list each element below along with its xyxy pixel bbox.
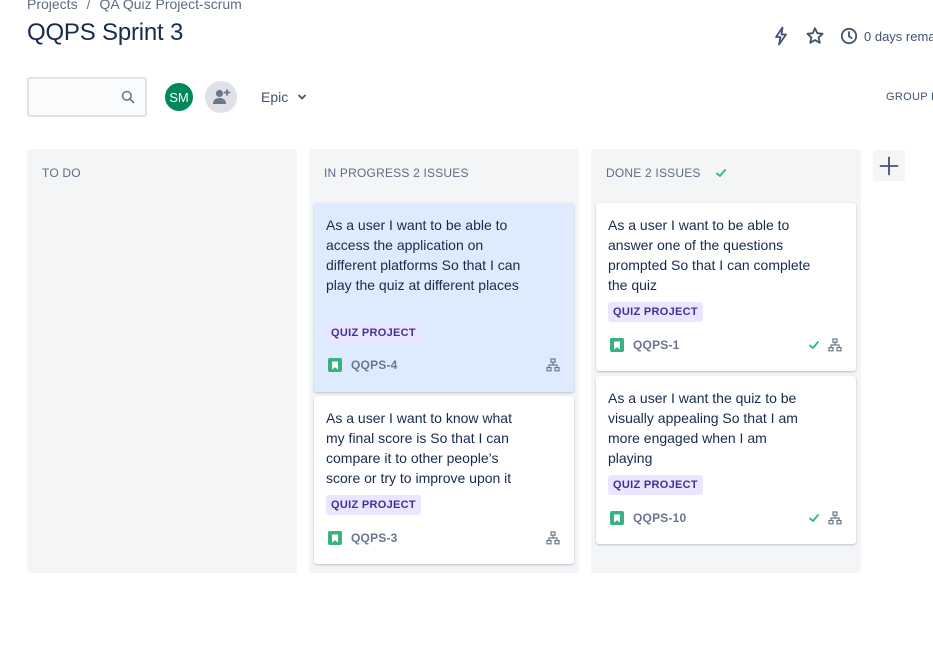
page-title: QQPS Sprint 3 <box>27 19 184 46</box>
issue-key[interactable]: QQPS-10 <box>633 511 686 525</box>
issue-summary: As a user I want the quiz to be visually… <box>608 390 798 466</box>
days-remaining-text: 0 days rema <box>864 28 933 44</box>
search-icon <box>121 90 135 109</box>
column-title: IN PROGRESS 2 ISSUES <box>324 166 469 180</box>
column-title: TO DO <box>42 166 81 180</box>
epic-filter-label: Epic <box>261 89 289 105</box>
breadcrumb: Projects / QA Quiz Project-scrum <box>27 0 242 12</box>
card-footer-right <box>808 338 842 352</box>
issue-card[interactable]: As a user I want to be able to answer on… <box>596 203 856 371</box>
column-in-progress: IN PROGRESS 2 ISSUES As a user I want to… <box>309 149 579 573</box>
epic-lozenge: QUIZ PROJECT <box>608 475 703 495</box>
subtask-hierarchy-icon <box>546 358 560 372</box>
card-footer-right <box>808 511 842 525</box>
plus-icon <box>879 156 899 175</box>
check-icon <box>715 169 726 177</box>
chevron-down-icon <box>298 94 307 100</box>
issue-card[interactable]: As a user I want the quiz to be visually… <box>596 376 856 544</box>
column-header-todo: TO DO <box>42 166 81 180</box>
story-icon <box>328 531 342 545</box>
issue-key[interactable]: QQPS-4 <box>351 358 398 372</box>
subtask-hierarchy-icon <box>546 531 560 545</box>
issue-card[interactable]: As a user I want to know what my final s… <box>314 396 574 564</box>
column-header-in-progress: IN PROGRESS 2 ISSUES <box>324 166 469 180</box>
issue-key[interactable]: QQPS-3 <box>351 531 398 545</box>
column-header-done: DONE 2 ISSUES <box>606 166 727 180</box>
sprint-actions: 0 days rema <box>770 25 933 47</box>
breadcrumb-project-link[interactable]: QA Quiz Project-scrum <box>99 0 241 12</box>
issue-card[interactable]: As a user I want to be able to access th… <box>314 203 574 392</box>
epic-lozenge: QUIZ PROJECT <box>608 302 703 322</box>
card-footer-right <box>546 531 560 545</box>
clock-icon <box>840 27 858 45</box>
card-footer: QQPS-3 <box>328 530 560 546</box>
add-people-button[interactable] <box>205 81 237 113</box>
epic-filter-dropdown[interactable]: Epic <box>261 89 307 105</box>
card-footer: QQPS-10 <box>610 510 842 526</box>
subtask-hierarchy-icon <box>828 511 842 525</box>
group-by-dropdown[interactable]: GROUP B <box>886 91 933 103</box>
avatar-initials: SM <box>169 89 189 105</box>
column-todo: TO DO <box>27 149 297 573</box>
search-field[interactable] <box>27 77 147 117</box>
story-icon <box>610 511 624 525</box>
epic-lozenge: QUIZ PROJECT <box>326 495 421 515</box>
star-icon[interactable] <box>804 25 826 47</box>
check-icon <box>809 341 819 349</box>
card-footer-right <box>546 358 560 372</box>
card-footer: QQPS-1 <box>610 337 842 353</box>
check-icon <box>809 514 819 522</box>
column-done: DONE 2 ISSUES As a user I want to be abl… <box>591 149 861 573</box>
add-column-button[interactable] <box>873 150 905 181</box>
issue-summary: As a user I want to be able to access th… <box>326 217 521 293</box>
avatar[interactable]: SM <box>163 81 195 113</box>
days-remaining: 0 days rema <box>840 27 933 45</box>
search-input[interactable] <box>29 79 119 115</box>
subtask-hierarchy-icon <box>828 338 842 352</box>
story-icon <box>328 358 342 372</box>
breadcrumb-projects-link[interactable]: Projects <box>27 0 78 12</box>
story-icon <box>610 338 624 352</box>
automation-icon[interactable] <box>770 25 792 47</box>
breadcrumb-separator: / <box>86 0 91 12</box>
epic-lozenge: QUIZ PROJECT <box>326 323 421 343</box>
issue-summary: As a user I want to know what my final s… <box>326 410 512 486</box>
column-title: DONE 2 ISSUES <box>606 166 701 180</box>
issue-summary: As a user I want to be able to answer on… <box>608 217 811 293</box>
card-footer: QQPS-4 <box>328 357 560 373</box>
issue-key[interactable]: QQPS-1 <box>633 338 680 352</box>
add-person-icon <box>213 89 231 104</box>
